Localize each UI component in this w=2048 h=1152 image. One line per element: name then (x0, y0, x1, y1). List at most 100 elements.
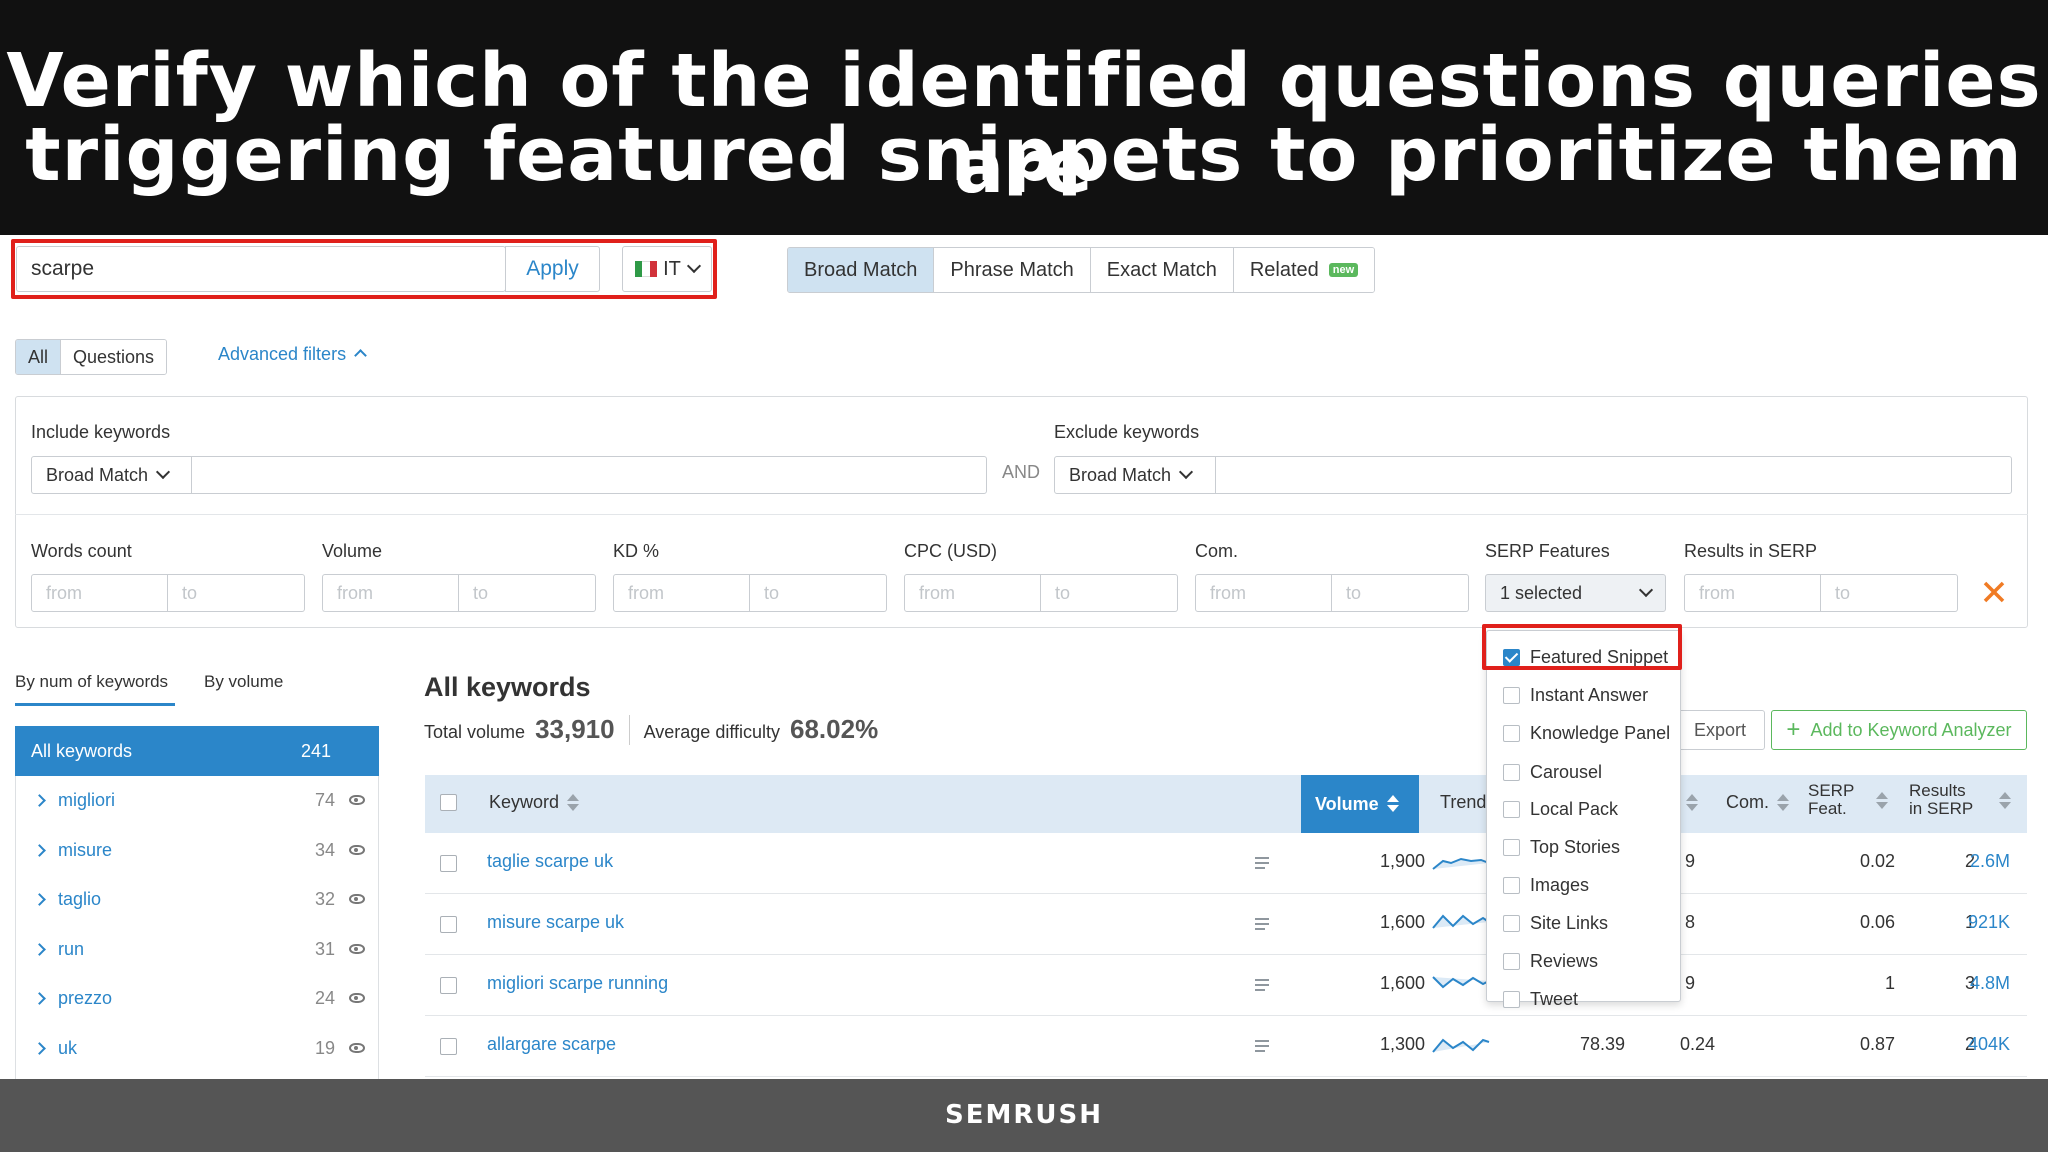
com-to[interactable] (1332, 574, 1469, 612)
row-checkbox[interactable] (440, 1038, 457, 1055)
kd-value: 78.39 (1579, 1034, 1625, 1054)
col-volume-header[interactable]: Volume (1301, 775, 1419, 833)
tab-questions[interactable]: Questions (61, 340, 167, 374)
close-icon[interactable] (1982, 580, 2006, 604)
footer-brand: SEMRUSH (0, 1079, 2048, 1152)
sort-icon (1999, 792, 2011, 810)
sidebar-tab-volume[interactable]: By volume (204, 672, 283, 692)
com-from[interactable] (1195, 574, 1332, 612)
serp-option-local-pack[interactable]: Local Pack (1503, 799, 1618, 820)
filter-divider (15, 514, 2028, 515)
com-filter-label: Com. (1195, 541, 1239, 561)
eye-icon[interactable] (349, 993, 365, 1003)
cpc-to[interactable] (1041, 574, 1178, 612)
total-volume-label: Total volume (424, 722, 526, 742)
col-keyword-header[interactable]: Keyword (489, 792, 580, 813)
words-count-range (31, 574, 305, 612)
results-link[interactable]: 921K (1925, 912, 2010, 933)
advanced-filters-toggle[interactable]: Advanced filters (218, 344, 367, 365)
sidebar-item-all-keywords[interactable]: All keywords 241 (15, 726, 379, 776)
checkbox-icon (1503, 839, 1520, 856)
serp-option-carousel[interactable]: Carousel (1503, 762, 1602, 783)
exclude-keywords-input[interactable] (1215, 456, 2012, 494)
com-range (1195, 574, 1469, 612)
tab-broad-match[interactable]: Broad Match (788, 248, 935, 292)
row-checkbox[interactable] (440, 855, 457, 872)
serp-features-select[interactable]: 1 selected (1485, 574, 1666, 612)
italy-flag-icon (635, 261, 658, 277)
chevron-right-icon (33, 892, 46, 906)
row-checkbox[interactable] (440, 916, 457, 933)
serp-option-reviews[interactable]: Reviews (1503, 951, 1598, 972)
sidebar-item-prezzo[interactable]: prezzo 24 (33, 973, 365, 1023)
col-serp-header[interactable]: SERP Feat. (1808, 782, 1888, 818)
checkbox-icon (1503, 801, 1520, 818)
results-in-serp-label: Results in SERP (1684, 541, 1818, 561)
add-to-keyword-analyzer-button[interactable]: + Add to Keyword Analyzer (1771, 710, 2027, 750)
chevron-down-icon (155, 464, 171, 480)
chevron-down-icon (1638, 582, 1654, 598)
kd-to[interactable] (750, 574, 887, 612)
kd-filter-label: KD % (613, 541, 660, 561)
tab-phrase-match[interactable]: Phrase Match (934, 248, 1091, 292)
eye-icon[interactable] (349, 795, 365, 805)
exclude-match-select[interactable]: Broad Match (1054, 456, 1216, 494)
keyword-link[interactable]: taglie scarpe uk (487, 851, 613, 872)
results-link[interactable]: 4.8M (1925, 973, 2010, 994)
title-banner: Verify which of the identified questions… (0, 0, 2048, 235)
tab-exact-match[interactable]: Exact Match (1090, 248, 1234, 292)
eye-icon[interactable] (349, 845, 365, 855)
select-all-checkbox[interactable] (440, 794, 457, 811)
sidebar-tab-num-keywords[interactable]: By num of keywords (15, 672, 168, 692)
eye-icon[interactable] (349, 894, 365, 904)
export-button[interactable]: Export (1675, 710, 1765, 750)
results-from[interactable] (1684, 574, 1821, 612)
table-row: migliori scarpe running 1,600 9 1 3 4.8M (425, 955, 2027, 1016)
results-link[interactable]: 404K (1925, 1034, 2010, 1055)
volume-to[interactable] (459, 574, 596, 612)
include-keywords-input[interactable] (191, 456, 987, 494)
search-input[interactable] (16, 246, 506, 292)
include-match-select[interactable]: Broad Match (31, 456, 192, 494)
cpc-value: 0.24 (1679, 1034, 1715, 1054)
row-checkbox[interactable] (440, 977, 457, 994)
keyword-link[interactable]: misure scarpe uk (487, 912, 624, 933)
kd-from[interactable] (613, 574, 750, 612)
col-trend-header[interactable]: Trend (1440, 792, 1486, 813)
eye-icon[interactable] (349, 1043, 365, 1053)
tab-all[interactable]: All (16, 340, 62, 374)
eye-icon[interactable] (349, 944, 365, 954)
serp-option-images[interactable]: Images (1503, 875, 1589, 896)
cpc-partial-value: 9 (1685, 851, 1696, 871)
stats-divider (628, 714, 630, 745)
apply-button[interactable]: Apply (505, 246, 600, 292)
kd-range (613, 574, 887, 612)
cpc-from[interactable] (904, 574, 1041, 612)
volume-from[interactable] (322, 574, 459, 612)
serp-option-site-links[interactable]: Site Links (1503, 913, 1608, 934)
serp-option-top-stories[interactable]: Top Stories (1503, 837, 1620, 858)
sidebar-item-migliori[interactable]: migliori 74 (33, 775, 365, 825)
serp-option-knowledge-panel[interactable]: Knowledge Panel (1503, 723, 1670, 744)
volume-filter-label: Volume (322, 541, 383, 561)
serp-option-instant-answer[interactable]: Instant Answer (1503, 685, 1648, 706)
words-count-from[interactable] (31, 574, 168, 612)
tab-related[interactable]: Related new (1233, 248, 1375, 292)
keyword-link[interactable]: migliori scarpe running (487, 973, 668, 994)
keyword-link[interactable]: allargare scarpe (487, 1034, 616, 1055)
results-to[interactable] (1821, 574, 1958, 612)
sidebar-item-misure[interactable]: misure 34 (33, 825, 365, 875)
trend-sparkline (1432, 1038, 1490, 1053)
words-count-to[interactable] (168, 574, 305, 612)
serp-option-tweet[interactable]: Tweet (1503, 989, 1578, 1010)
exclude-keywords-label: Exclude keywords (1054, 422, 1200, 442)
trend-sparkline (1432, 857, 1490, 870)
sidebar-item-run[interactable]: run 31 (33, 924, 365, 974)
country-select[interactable]: IT (622, 246, 712, 292)
sidebar-item-uk[interactable]: uk 19 (33, 1023, 365, 1073)
results-link[interactable]: 2.6M (1925, 851, 2010, 872)
sidebar-item-taglio[interactable]: taglio 32 (33, 874, 365, 924)
sort-icon (567, 794, 580, 812)
col-com-header[interactable]: Com. (1726, 792, 1790, 813)
col-results-header[interactable]: Results in SERP (1909, 782, 2019, 818)
